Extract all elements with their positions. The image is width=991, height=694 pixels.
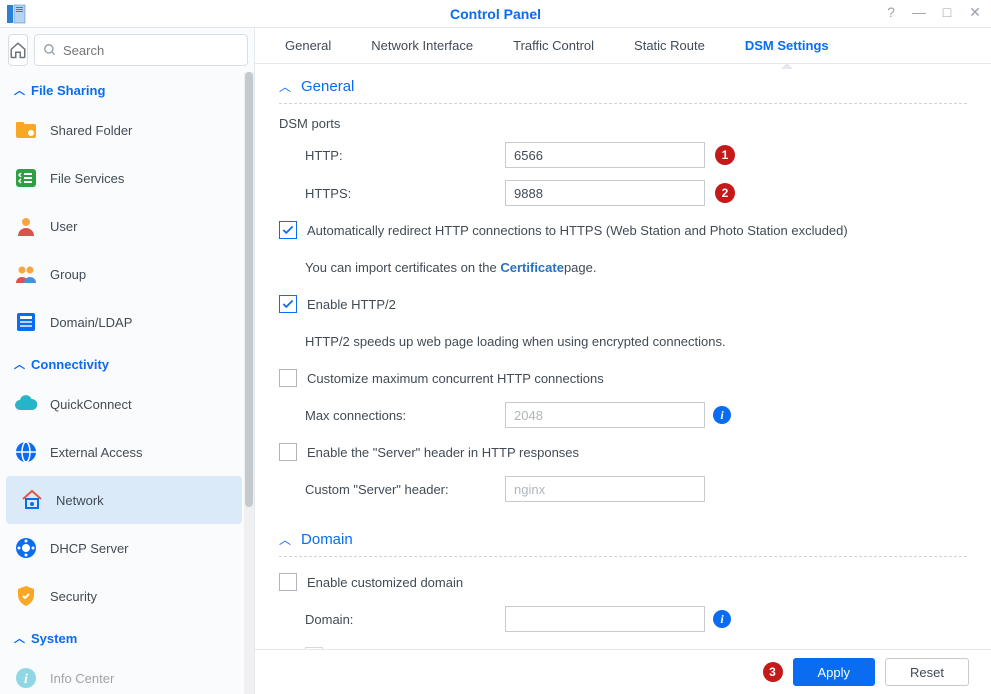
info-icon[interactable]: i — [713, 406, 731, 424]
panel-general-header[interactable]: ︿ General — [279, 78, 967, 104]
domain-input-label: Domain: — [305, 612, 505, 627]
dsm-ports-label: DSM ports — [279, 116, 967, 131]
enable-domain-label: Enable customized domain — [307, 575, 463, 590]
sidebar-item-network[interactable]: Network — [6, 476, 242, 524]
chevron-up-icon: ︿ — [14, 82, 25, 98]
file-services-icon — [14, 166, 38, 190]
apply-button[interactable]: Apply — [793, 658, 876, 686]
sidebar-item-security[interactable]: Security — [0, 572, 248, 620]
minimize-icon[interactable]: — — [911, 4, 927, 21]
server-header-input-label: Custom "Server" header: — [305, 482, 505, 497]
sidebar-scrollbar[interactable] — [244, 72, 254, 694]
info-center-icon: i — [14, 666, 38, 690]
domain-ldap-icon — [14, 310, 38, 334]
tabs: General Network Interface Traffic Contro… — [255, 28, 991, 64]
sidebar: ︿ File Sharing Shared Folder File Servic… — [0, 28, 255, 694]
globe-icon — [14, 440, 38, 464]
redirect-checkbox[interactable] — [279, 221, 297, 239]
maximize-icon[interactable]: □ — [939, 4, 955, 21]
http-label: HTTP: — [305, 148, 505, 163]
sidebar-item-file-services[interactable]: File Services — [0, 154, 248, 202]
section-connectivity[interactable]: ︿ Connectivity — [0, 346, 248, 380]
sidebar-item-domain-ldap[interactable]: Domain/LDAP — [0, 298, 248, 346]
search-box[interactable] — [34, 34, 248, 66]
server-header-label: Enable the "Server" header in HTTP respo… — [307, 445, 579, 460]
titlebar: Control Panel ? — □ ✕ — [0, 0, 991, 28]
callout-2: 2 — [715, 183, 735, 203]
section-system[interactable]: ︿ System — [0, 620, 248, 654]
reset-button[interactable]: Reset — [885, 658, 969, 686]
sidebar-item-shared-folder[interactable]: Shared Folder — [0, 106, 248, 154]
chevron-up-icon: ︿ — [14, 630, 25, 646]
cert-text-suffix: page. — [564, 260, 597, 275]
http2-label: Enable HTTP/2 — [307, 297, 396, 312]
group-icon — [14, 262, 38, 286]
server-header-input — [505, 476, 705, 502]
panel-domain-header[interactable]: ︿ Domain — [279, 531, 967, 557]
tab-traffic-control[interactable]: Traffic Control — [493, 28, 614, 63]
footer: 3 Apply Reset — [255, 649, 991, 694]
tab-dsm-settings[interactable]: DSM Settings — [725, 28, 849, 63]
window-controls: ? — □ ✕ — [883, 4, 983, 21]
http-input[interactable] — [505, 142, 705, 168]
chevron-up-icon: ︿ — [279, 531, 291, 548]
sidebar-item-group[interactable]: Group — [0, 250, 248, 298]
http2-checkbox[interactable] — [279, 295, 297, 313]
help-icon[interactable]: ? — [883, 4, 899, 21]
chevron-up-icon: ︿ — [14, 356, 25, 372]
cert-text-prefix: You can import certificates on the — [305, 260, 497, 275]
http2-help: HTTP/2 speeds up web page loading when u… — [305, 334, 726, 349]
callout-1: 1 — [715, 145, 735, 165]
search-input[interactable] — [63, 43, 239, 58]
chevron-up-icon: ︿ — [279, 78, 291, 95]
tab-static-route[interactable]: Static Route — [614, 28, 725, 63]
maxconn-checkbox[interactable] — [279, 369, 297, 387]
server-header-checkbox[interactable] — [279, 443, 297, 461]
sidebar-item-quickconnect[interactable]: QuickConnect — [0, 380, 248, 428]
shield-icon — [14, 584, 38, 608]
sidebar-item-info-center[interactable]: i Info Center — [0, 654, 248, 694]
sidebar-item-dhcp-server[interactable]: DHCP Server — [0, 524, 248, 572]
folder-icon — [14, 118, 38, 142]
domain-input — [505, 606, 705, 632]
sidebar-item-user[interactable]: User — [0, 202, 248, 250]
cloud-icon — [14, 392, 38, 416]
dhcp-icon — [14, 536, 38, 560]
app-icon — [6, 4, 26, 24]
callout-3: 3 — [763, 662, 783, 682]
user-icon — [14, 214, 38, 238]
https-label: HTTPS: — [305, 186, 505, 201]
tab-network-interface[interactable]: Network Interface — [351, 28, 493, 63]
info-icon[interactable]: i — [713, 610, 731, 628]
section-file-sharing[interactable]: ︿ File Sharing — [0, 72, 248, 106]
tab-general[interactable]: General — [265, 28, 351, 63]
home-button[interactable] — [8, 34, 28, 66]
svg-text:i: i — [24, 672, 28, 687]
cert-link[interactable]: Certificate — [500, 260, 564, 275]
enable-domain-checkbox[interactable] — [279, 573, 297, 591]
maxconn-input-label: Max connections: — [305, 408, 505, 423]
redirect-label: Automatically redirect HTTP connections … — [307, 223, 848, 238]
maxconn-label: Customize maximum concurrent HTTP connec… — [307, 371, 604, 386]
close-icon[interactable]: ✕ — [967, 4, 983, 21]
https-input[interactable] — [505, 180, 705, 206]
maxconn-input — [505, 402, 705, 428]
window-title: Control Panel — [450, 6, 541, 22]
search-icon — [43, 43, 57, 57]
sidebar-item-external-access[interactable]: External Access — [0, 428, 248, 476]
network-icon — [20, 488, 44, 512]
